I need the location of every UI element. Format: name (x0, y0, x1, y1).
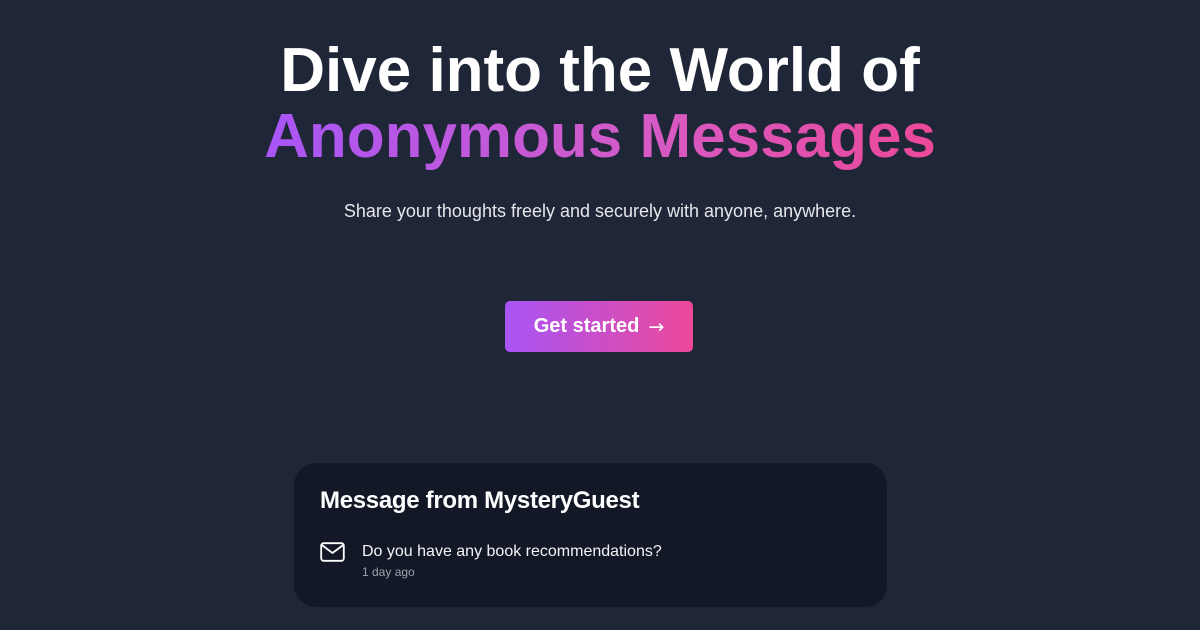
message-card-title: Message from MysteryGuest (320, 487, 640, 514)
message-card: Message from MysteryGuest Do you have an… (294, 463, 887, 607)
mail-icon (320, 542, 345, 562)
hero-subtitle: Share your thoughts freely and securely … (343, 201, 857, 221)
message-row: Do you have any book recommendations? 1 … (320, 542, 662, 580)
message-content: Do you have any book recommendations? 1 … (362, 542, 662, 580)
headline-line-1: Dive into the World of (280, 36, 920, 105)
arrow-right-icon: → (648, 315, 665, 338)
message-text: Do you have any book recommendations? (362, 543, 662, 560)
hero-section: Dive into the World of Anonymous Message… (0, 38, 1200, 223)
get-started-label: Get started (533, 315, 640, 337)
get-started-button[interactable]: Get started → (505, 301, 693, 352)
message-timestamp: 1 day ago (362, 565, 415, 579)
hero-headline: Dive into the World of Anonymous Message… (0, 38, 1200, 170)
headline-line-2-gradient: Anonymous Messages (264, 102, 936, 171)
